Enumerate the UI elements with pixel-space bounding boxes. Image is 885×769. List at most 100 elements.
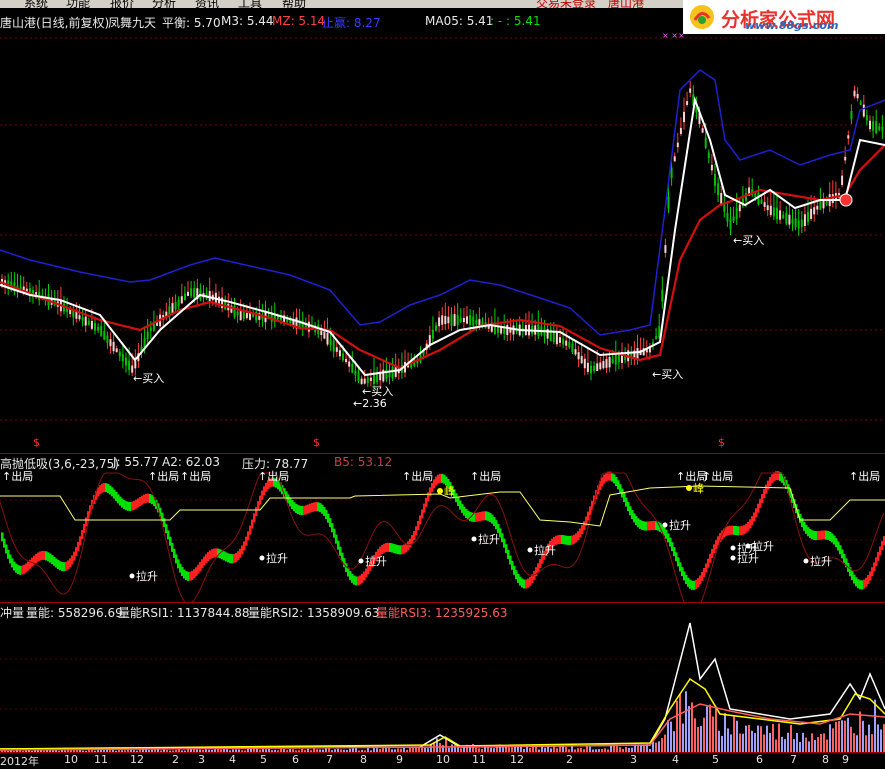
candle-body [552,331,555,342]
candle-body [565,340,568,346]
candle-body [109,339,112,347]
volume-bar [859,711,861,752]
high-sell-low-buy-chart[interactable]: ↑出局 ↑出局 ↑出局 ↑出局 ↑出局 ↑出局 ↑出局↑出局 ↑出局拉升拉升 拉升拉升拉升拉升拉… [0,470,885,602]
candle-body [574,349,577,355]
candle-body [800,219,803,227]
volume-bar [715,706,717,752]
volume-bar [808,741,810,752]
buy-signal-1: ←买入 [133,372,165,385]
signal-ball-icon [839,193,853,207]
volume-bar [880,729,882,752]
candle-body [118,351,121,357]
menu-item-function[interactable]: 功能 [66,0,90,8]
candle-body [683,111,685,123]
candle-body [583,358,586,369]
volume-bar [727,728,729,752]
menu-item-news[interactable]: 资讯 [195,0,219,8]
sell-signal-label: ↑出局 [2,470,33,483]
candle-body [636,348,639,359]
candle-body [726,212,729,222]
candle-body [577,352,580,360]
time-tick: 4 [672,753,679,766]
volume-bar [820,734,822,752]
candle-body [723,204,726,212]
candle-body [472,316,475,326]
volume-impulse-chart[interactable] [0,619,885,752]
volume-bar [667,720,669,752]
sell-signal-label: ↑出局 [849,470,880,483]
candle-body [332,340,335,352]
volume-bar [685,691,687,752]
time-tick: 3 [198,753,205,766]
candle-body [754,193,757,197]
candle-body [593,365,596,371]
volume-bar [754,732,756,752]
candle-body [354,370,357,375]
volume-bar [829,724,831,752]
rally-signal-label: 拉升 [136,569,158,583]
rally-dot-icon [730,545,736,551]
rally-dot-icon [662,522,668,528]
rally-signal-label: 拉升 [752,539,774,553]
time-axis-year: 2012年 [0,755,39,768]
panel-divider-1[interactable] [0,453,885,454]
candle-body [841,175,844,185]
value-take-profit: 止赢: 8.27 [322,16,381,30]
volume-bar [748,724,750,752]
time-tick: 9 [842,753,849,766]
volume-bar [658,741,660,752]
menu-item-analysis[interactable]: 分析 [152,0,176,8]
candle-body [701,128,704,133]
candle-body [735,207,738,219]
volume-bar [445,738,447,752]
volume-bar [691,702,693,752]
candle-body [475,320,478,325]
panel-divider-2[interactable] [0,602,885,603]
time-tick: 7 [790,753,797,766]
volume-bar [775,739,777,752]
candle-body [125,357,127,366]
menu-item-quote[interactable]: 报价 [110,0,134,8]
candle-body [732,216,735,221]
volume-bar [742,733,744,752]
candle-body [121,354,124,362]
candle-body [707,152,710,159]
volume-bar [706,706,708,752]
candle-body [245,312,248,319]
candle-body [323,331,326,339]
candle-body [466,316,468,324]
candle-body [720,193,723,205]
candle-body [661,289,664,302]
candle-body [128,360,131,370]
volume-bar [877,724,879,752]
candle-body [608,356,611,368]
volume-bar [661,738,663,752]
candle-body [865,115,868,121]
candle-body [878,126,881,130]
time-tick: 5 [712,753,719,766]
sell-signal-label: ↑出局 [470,470,501,483]
candle-body [710,164,713,171]
volume-bar [781,736,783,752]
volume-bar [760,726,762,752]
menu-item-help[interactable]: 帮助 [282,0,306,8]
value-m3: M3: 5.44 [221,14,274,28]
volume-bar [844,720,846,752]
candle-body [87,320,90,326]
candle-body [187,291,189,296]
volume-bar [826,739,828,752]
menu-item-tools[interactable]: 工具 [238,0,262,8]
candle-body [791,219,794,224]
candle-body [97,327,100,331]
volume-bar [739,733,741,752]
volume-bar [664,734,666,752]
trade-login-status[interactable]: 交易未登录 [536,0,596,8]
candle-body [106,335,109,343]
menu-item-system[interactable]: 系统 [24,0,48,8]
time-tick: 12 [130,753,144,766]
value-ma05-dash: : - : 5.41 [490,14,541,28]
time-tick: 6 [292,753,299,766]
candle-body [614,354,617,365]
candle-body [881,126,884,132]
time-tick: 4 [229,753,236,766]
